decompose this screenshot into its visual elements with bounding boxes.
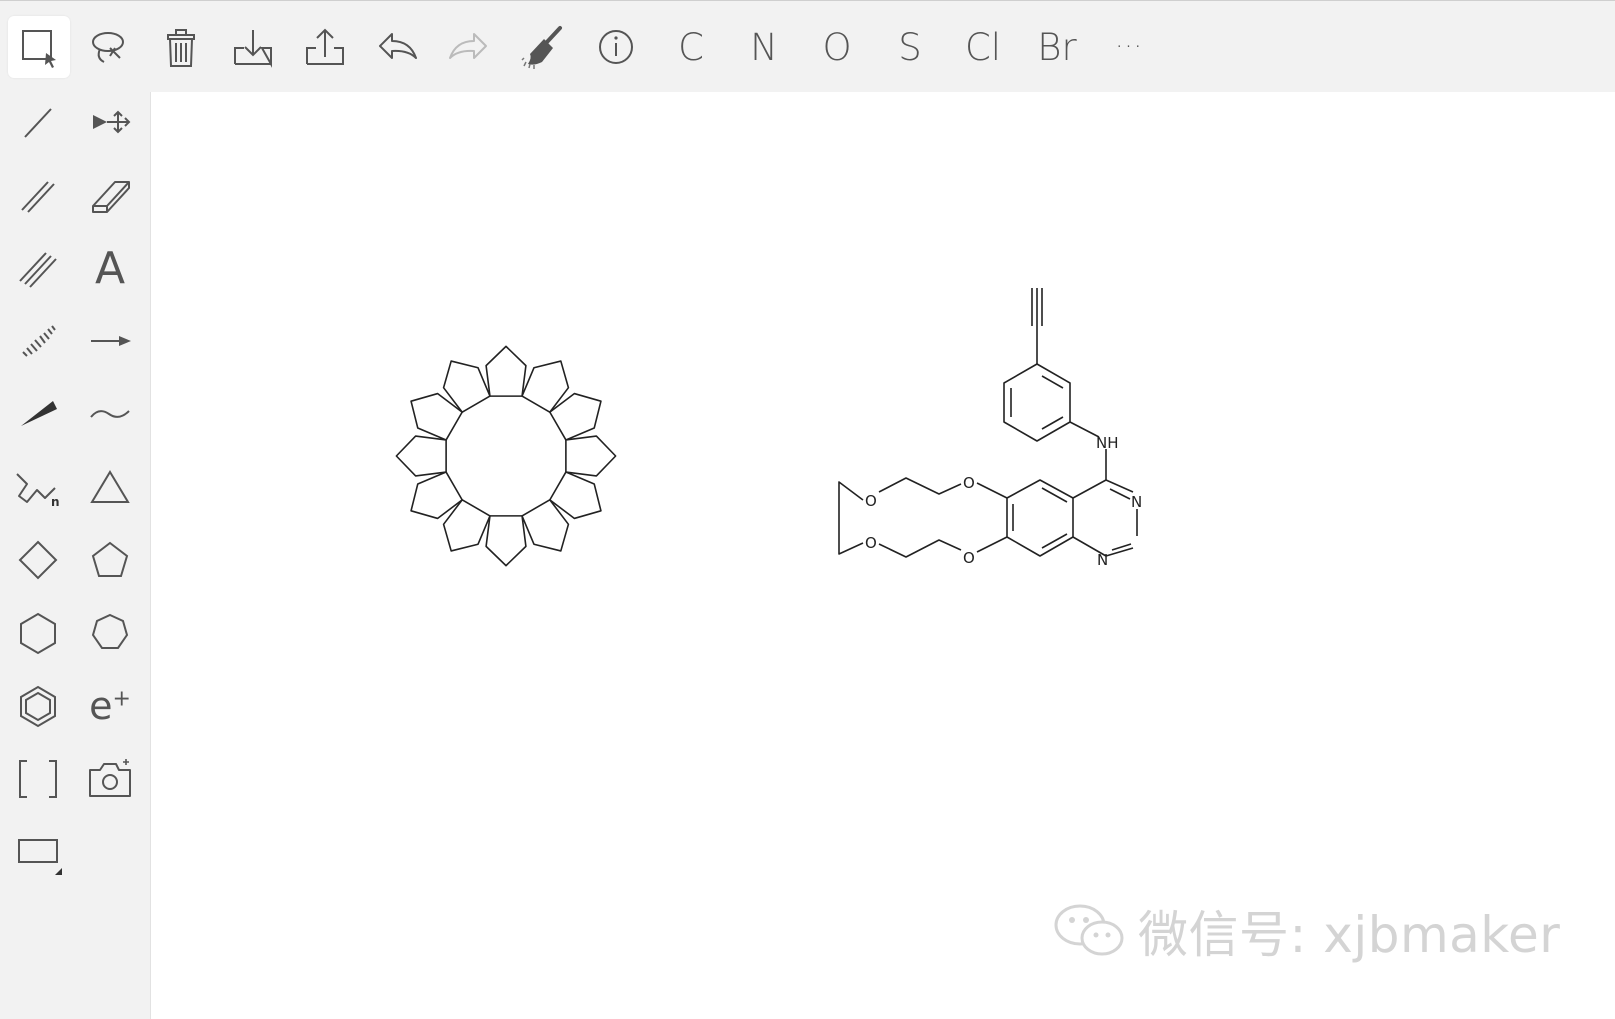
snapshot-button[interactable] — [80, 749, 140, 809]
benzene-button[interactable] — [8, 676, 68, 736]
lasso-tool-button[interactable] — [78, 16, 140, 78]
move-tool-button[interactable] — [80, 92, 140, 152]
triangle-ring-icon — [90, 470, 130, 503]
nh-label: NH — [1096, 434, 1119, 452]
pentagon-ring-unit — [485, 345, 527, 397]
pentagon-ring-unit — [442, 360, 491, 413]
triple-bond-button[interactable] — [8, 238, 68, 298]
element-br-button[interactable]: Br — [1026, 16, 1088, 78]
double-bond-button[interactable] — [8, 165, 68, 225]
pentagon-ring-unit — [549, 471, 602, 520]
redo-button[interactable] — [438, 16, 500, 78]
watermark-text: 微信号: xjbmaker — [1138, 906, 1561, 964]
triple-bond-icon — [19, 252, 57, 288]
undo-icon — [379, 33, 417, 59]
electron-charge-label: e+ — [89, 684, 131, 728]
molecule-pentagon-ring[interactable] — [381, 338, 631, 574]
lasso-icon — [92, 32, 124, 63]
eraser-button[interactable] — [80, 165, 140, 225]
wavy-line-icon — [90, 410, 130, 418]
element-o-button[interactable]: O — [806, 16, 868, 78]
watermark: 微信号: xjbmaker — [1052, 896, 1560, 966]
o2-label: O — [865, 492, 877, 510]
single-bond-button[interactable] — [8, 92, 68, 152]
cyclohexane-button[interactable] — [8, 603, 68, 663]
pentagon-ring-unit — [521, 499, 570, 552]
chain-n-label: n — [51, 495, 60, 509]
electron-sup-label: + — [112, 686, 131, 712]
o4-label: O — [963, 549, 975, 567]
clean-button[interactable] — [512, 16, 574, 78]
electron-label: e — [89, 684, 113, 728]
o1-label: O — [963, 474, 975, 492]
pentagon-ring-unit — [521, 360, 570, 413]
molecule-quinazoline-crown[interactable]: NH N N O O O O — [831, 282, 1161, 572]
single-bond-icon — [24, 108, 52, 138]
info-icon — [599, 30, 633, 64]
export-button[interactable] — [294, 16, 356, 78]
cyclopropane-button[interactable] — [80, 457, 140, 517]
charge-tool-button[interactable]: e+ — [80, 676, 140, 736]
hashed-bond-button[interactable] — [8, 311, 68, 371]
molecule-bonds — [838, 288, 1138, 558]
chain-icon: n — [16, 473, 60, 509]
chain-tool-button[interactable]: n — [8, 457, 68, 517]
rectangle-icon — [18, 839, 62, 875]
pentagon-ring-icon — [91, 541, 129, 577]
atom-labels: NH N N O O O O — [865, 434, 1142, 569]
more-elements-button[interactable]: ··· — [1098, 16, 1160, 78]
pentagon-ring-unit — [410, 392, 463, 441]
import-icon — [234, 30, 272, 68]
undo-button[interactable] — [366, 16, 428, 78]
o3-label: O — [865, 534, 877, 552]
import-button[interactable] — [222, 16, 284, 78]
move-arrow-icon — [93, 110, 131, 134]
clean-broom-icon — [521, 26, 562, 69]
double-bond-icon — [21, 181, 55, 213]
element-cl-button[interactable]: Cl — [952, 16, 1014, 78]
pentagon-ring-unit — [442, 499, 491, 552]
element-n-button[interactable]: N — [733, 16, 795, 78]
hexagon-ring-icon — [20, 612, 56, 655]
n1-label: N — [1131, 493, 1142, 511]
text-tool-button[interactable]: A — [80, 238, 140, 298]
select-icon — [22, 30, 56, 68]
hashed-bond-icon — [22, 325, 56, 357]
select-tool-button[interactable] — [8, 16, 70, 78]
element-c-button[interactable]: C — [660, 16, 722, 78]
eraser-icon — [92, 181, 130, 213]
export-icon — [306, 28, 344, 65]
text-tool-label: A — [94, 242, 126, 294]
benzene-ring-icon — [20, 685, 56, 728]
redo-icon — [449, 33, 487, 59]
info-button[interactable] — [585, 16, 647, 78]
trash-icon — [167, 29, 195, 67]
cyclopentane-button[interactable] — [80, 530, 140, 590]
cycloheptane-button[interactable] — [80, 603, 140, 663]
pentagon-ring-unit — [549, 392, 602, 441]
bracket-tool-button[interactable] — [8, 749, 68, 809]
left-toolbar: A n e+ — [0, 92, 151, 1019]
top-toolbar: C N O S Cl Br ··· — [0, 0, 1615, 92]
rectangle-tool-button[interactable] — [8, 822, 68, 882]
square-ring-icon — [18, 540, 58, 580]
pentagon-ring-unit — [410, 471, 463, 520]
pentagon-ring-unit — [565, 435, 617, 477]
cyclobutane-button[interactable] — [8, 530, 68, 590]
heptagon-ring-icon — [91, 613, 129, 649]
delete-button[interactable] — [150, 16, 212, 78]
arrow-right-icon — [91, 336, 131, 346]
wedge-bond-button[interactable] — [8, 384, 68, 444]
bracket-icon — [19, 760, 57, 798]
pentagon-ring-unit — [485, 515, 527, 567]
wavy-bond-button[interactable] — [80, 384, 140, 444]
element-s-button[interactable]: S — [879, 16, 941, 78]
arrow-tool-button[interactable] — [80, 311, 140, 371]
wedge-bond-icon — [21, 401, 57, 426]
drawing-canvas[interactable]: NH N N O O O O — [151, 92, 1615, 1019]
wechat-icon — [1054, 904, 1124, 956]
camera-icon — [89, 759, 131, 797]
pentagon-ring-unit — [395, 435, 447, 477]
n2-label: N — [1097, 551, 1108, 569]
